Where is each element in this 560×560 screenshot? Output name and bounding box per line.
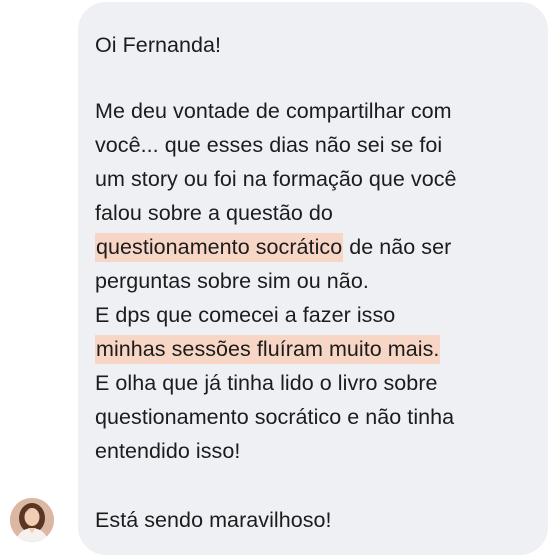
message-line: E dps que comecei a fazer isso <box>95 303 396 327</box>
message-line: um story ou foi na formação que você <box>95 167 457 191</box>
sender-avatar[interactable] <box>10 498 54 542</box>
message-line: minhas sessões fluíram muito mais. <box>95 332 532 366</box>
avatar-portrait-icon <box>10 498 54 542</box>
message-line: falou sobre a questão do <box>95 201 333 225</box>
message-greeting: Oi Fernanda! <box>95 33 222 57</box>
message-closing: Está sendo maravilhoso! <box>95 508 332 532</box>
message-line: questionamento socrático e não tinha <box>95 405 455 429</box>
highlighted-text: questionamento socrático <box>95 233 344 262</box>
highlighted-text: minhas sessões fluíram muito mais. <box>95 335 441 364</box>
message-line: você... que esses dias não sei se foi <box>95 133 443 157</box>
message-line: Me deu vontade de compartilhar com <box>95 99 452 123</box>
message-text: de não ser <box>343 235 452 259</box>
message-line: questionamento socrático de não ser <box>95 230 532 264</box>
message-line: entendido isso! <box>95 439 241 463</box>
message-line: E olha que já tinha lido o livro sobre <box>95 371 438 395</box>
message-line: perguntas sobre sim ou não. <box>95 269 369 293</box>
message-bubble[interactable]: Oi Fernanda! Me deu vontade de compartil… <box>78 2 548 555</box>
